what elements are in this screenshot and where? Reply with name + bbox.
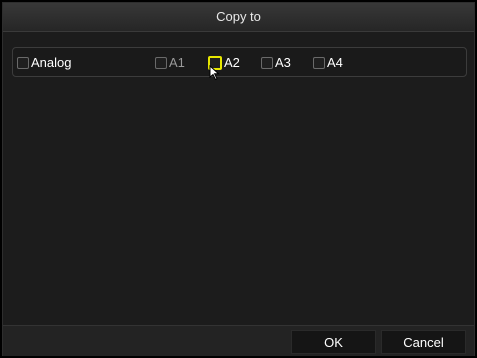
copy-to-dialog: Copy to Analog A1 A2 A3 A4 OK Cancel xyxy=(2,2,475,356)
analog-select-all-checkbox[interactable]: Analog xyxy=(17,55,71,70)
ok-button[interactable]: OK xyxy=(291,330,376,354)
checkbox-icon xyxy=(313,56,325,69)
analog-label: Analog xyxy=(31,55,72,70)
checkbox-icon xyxy=(17,56,29,69)
channel-row: Analog A1 A2 A3 A4 xyxy=(12,47,467,77)
channel-a2-label: A2 xyxy=(224,55,240,70)
channel-a1-label: A1 xyxy=(169,55,185,70)
dialog-title: Copy to xyxy=(3,3,474,32)
cancel-button[interactable]: Cancel xyxy=(381,330,466,354)
channel-a4-checkbox[interactable]: A4 xyxy=(313,55,343,70)
channel-a3-checkbox[interactable]: A3 xyxy=(261,55,291,70)
channel-a3-label: A3 xyxy=(275,55,291,70)
channel-a4-label: A4 xyxy=(327,55,343,70)
dialog-footer: OK Cancel xyxy=(3,325,474,356)
checkbox-icon xyxy=(208,55,222,70)
checkbox-icon xyxy=(261,56,273,69)
channel-a1-checkbox[interactable]: A1 xyxy=(155,55,185,70)
checkbox-icon xyxy=(155,56,167,69)
channel-a2-checkbox[interactable]: A2 xyxy=(208,55,240,70)
